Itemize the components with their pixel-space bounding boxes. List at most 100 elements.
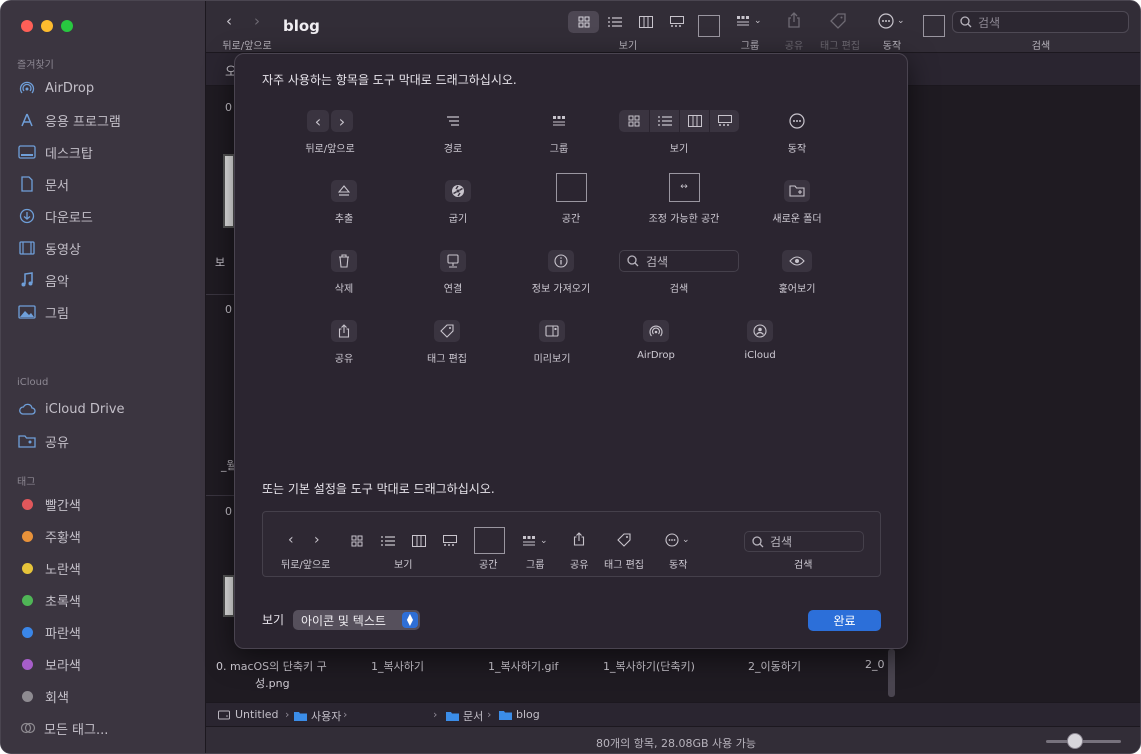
sidebar-item-label: 파란색 [45, 626, 81, 642]
sidebar-item-pictures[interactable]: 그림 [17, 301, 197, 323]
share-button[interactable] [787, 12, 801, 28]
default-tag-label: 태그 편집 [604, 560, 644, 571]
sidebar-item-movies[interactable]: 동영상 [17, 237, 197, 259]
sidebar-tag-red[interactable]: 빨간색 [17, 493, 197, 515]
sidebar-tag-gray[interactable]: 회색 [17, 685, 197, 707]
gallery-view-icon [443, 535, 457, 547]
file-name[interactable]: 성.png [255, 675, 290, 691]
palette-item-label: 뒤로/앞으로 [305, 144, 355, 155]
action-button[interactable]: ⌄ [878, 13, 905, 29]
palette-item-space[interactable]: 공간 [506, 172, 636, 225]
sidebar-all-tags[interactable]: 모든 태그... [17, 717, 197, 739]
path-segment[interactable]: Untitled [218, 708, 279, 721]
back-button[interactable]: ‹ [226, 12, 232, 30]
path-segment[interactable]: 문서 [446, 708, 483, 724]
peek-text: 0 [225, 505, 232, 518]
flexible-space-icon: ↔ [619, 172, 749, 202]
favorites-header: 즐겨찾기 [17, 60, 54, 71]
palette-item-burn[interactable]: 굽기 [393, 178, 523, 225]
sidebar-item-applications[interactable]: 응용 프로그램 [17, 109, 197, 131]
path-segment[interactable]: 사용자 [294, 708, 341, 724]
close-window-button[interactable] [21, 20, 33, 32]
file-name[interactable]: 1_복사하기(단축키) [603, 658, 695, 674]
palette-item-flexible-space[interactable]: ↔ 조정 가능한 공간 [619, 172, 749, 225]
status-bar: 80개의 항목, 28.08GB 사용 가능 [206, 726, 1140, 753]
toolbar: ‹ › blog 뒤로/앞으로 보기 ⌄ 그룹 공유 태그 편집 ⌄ 동작 검색… [206, 1, 1140, 53]
list-view-icon [381, 536, 395, 546]
picture-icon [17, 303, 37, 321]
group-button[interactable]: ⌄ [736, 15, 762, 27]
sidebar-tag-orange[interactable]: 주황색 [17, 525, 197, 547]
info-icon [496, 248, 626, 274]
sidebar-item-desktop[interactable]: 데스크탑 [17, 141, 197, 163]
eject-icon [279, 178, 409, 204]
sidebar-item-downloads[interactable]: 다운로드 [17, 205, 197, 227]
purple-tag-dot [22, 658, 33, 670]
default-action-label: 동작 [669, 560, 688, 571]
sidebar-tag-green[interactable]: 초록색 [17, 589, 197, 611]
sidebar-item-icloud-drive[interactable]: iCloud Drive [17, 398, 197, 420]
palette-item-label: 그룹 [549, 144, 569, 155]
file-name[interactable]: 2_0 [865, 658, 885, 671]
list-view-icon[interactable] [599, 11, 630, 33]
airdrop-icon [17, 79, 37, 97]
zoom-slider-knob[interactable] [1067, 733, 1083, 749]
file-name[interactable]: 1_복사하기.gif [488, 658, 558, 674]
palette-item-back-forward[interactable]: ‹ › 뒤로/앞으로 [265, 108, 395, 155]
palette-item-quicklook[interactable]: 훑어보기 [732, 248, 862, 295]
icon-view-icon[interactable] [568, 11, 599, 33]
sidebar-tag-purple[interactable]: 보라색 [17, 653, 197, 675]
tags-header: 태그 [17, 477, 36, 488]
sidebar-item-documents[interactable]: 문서 [17, 173, 197, 195]
sidebar-item-airdrop[interactable]: AirDrop [17, 77, 197, 99]
space-icon [474, 527, 505, 554]
show-label: 보기 [262, 613, 285, 627]
zoom-window-button[interactable] [61, 20, 73, 32]
path-label: Untitled [235, 708, 279, 721]
palette-item-group[interactable]: 그룹 [494, 108, 624, 155]
zoom-slider[interactable] [1046, 733, 1121, 749]
new-folder-icon [732, 178, 862, 204]
show-select[interactable]: 아이콘 및 텍스트 ▲ ▼ [293, 610, 420, 630]
path-segment[interactable]: blog [499, 708, 540, 721]
column-view-icon[interactable] [630, 11, 661, 33]
sidebar-tag-blue[interactable]: 파란색 [17, 621, 197, 643]
palette-item-label: 검색 [669, 284, 689, 295]
palette-item-new-folder[interactable]: 새로운 폴더 [732, 178, 862, 225]
file-name[interactable]: 1_복사하기 [371, 658, 424, 674]
palette-item-search[interactable]: 검색 검색 [613, 248, 745, 295]
sidebar-item-label: 공유 [45, 435, 69, 451]
forward-button[interactable]: › [254, 12, 260, 30]
palette-item-eject[interactable]: 추출 [279, 178, 409, 225]
sidebar: 즐겨찾기 AirDrop 응용 프로그램 데스크탑 문서 다운로드 동영상 음악 [1, 1, 206, 753]
sidebar-item-shared[interactable]: 공유 [17, 430, 197, 452]
peek-text: 0 [225, 303, 232, 316]
palette-item-get-info[interactable]: 정보 가져오기 [496, 248, 626, 295]
tag-button[interactable] [830, 13, 846, 29]
palette-item-action[interactable]: 동작 [732, 108, 862, 155]
minimize-window-button[interactable] [41, 20, 53, 32]
sidebar-item-label: 응용 프로그램 [45, 114, 121, 130]
music-icon [17, 271, 37, 289]
search-field[interactable]: 검색 [952, 11, 1129, 33]
file-name[interactable]: 0. macOS의 단축키 구 [216, 658, 327, 674]
palette-item-icloud[interactable]: iCloud [695, 318, 825, 361]
palette-item-label: 훑어보기 [778, 284, 816, 295]
search-placeholder: 검색 [770, 535, 793, 549]
gallery-view-icon[interactable] [661, 11, 692, 33]
search-label: 검색 [1031, 41, 1051, 52]
search-icon [752, 535, 764, 547]
scrollbar[interactable] [888, 649, 895, 697]
palette-item-view[interactable]: 보기 [614, 108, 744, 155]
movie-icon [17, 239, 37, 257]
done-button[interactable]: 완료 [808, 610, 881, 631]
sidebar-item-music[interactable]: 음악 [17, 269, 197, 291]
default-toolbar-set[interactable]: ‹ › 뒤로/앞으로 보기 공간 ⌄ 그룹 공유 태그 편집 ⌄ 동작 검색 검… [262, 511, 881, 577]
search-icon [627, 255, 639, 267]
view-segmented-control[interactable] [568, 11, 692, 33]
forward-icon: › [314, 532, 320, 548]
file-name[interactable]: 2_이동하기 [748, 658, 801, 674]
sidebar-item-label: 회색 [45, 690, 69, 706]
tag-icon [617, 533, 631, 547]
sidebar-tag-yellow[interactable]: 노란색 [17, 557, 197, 579]
